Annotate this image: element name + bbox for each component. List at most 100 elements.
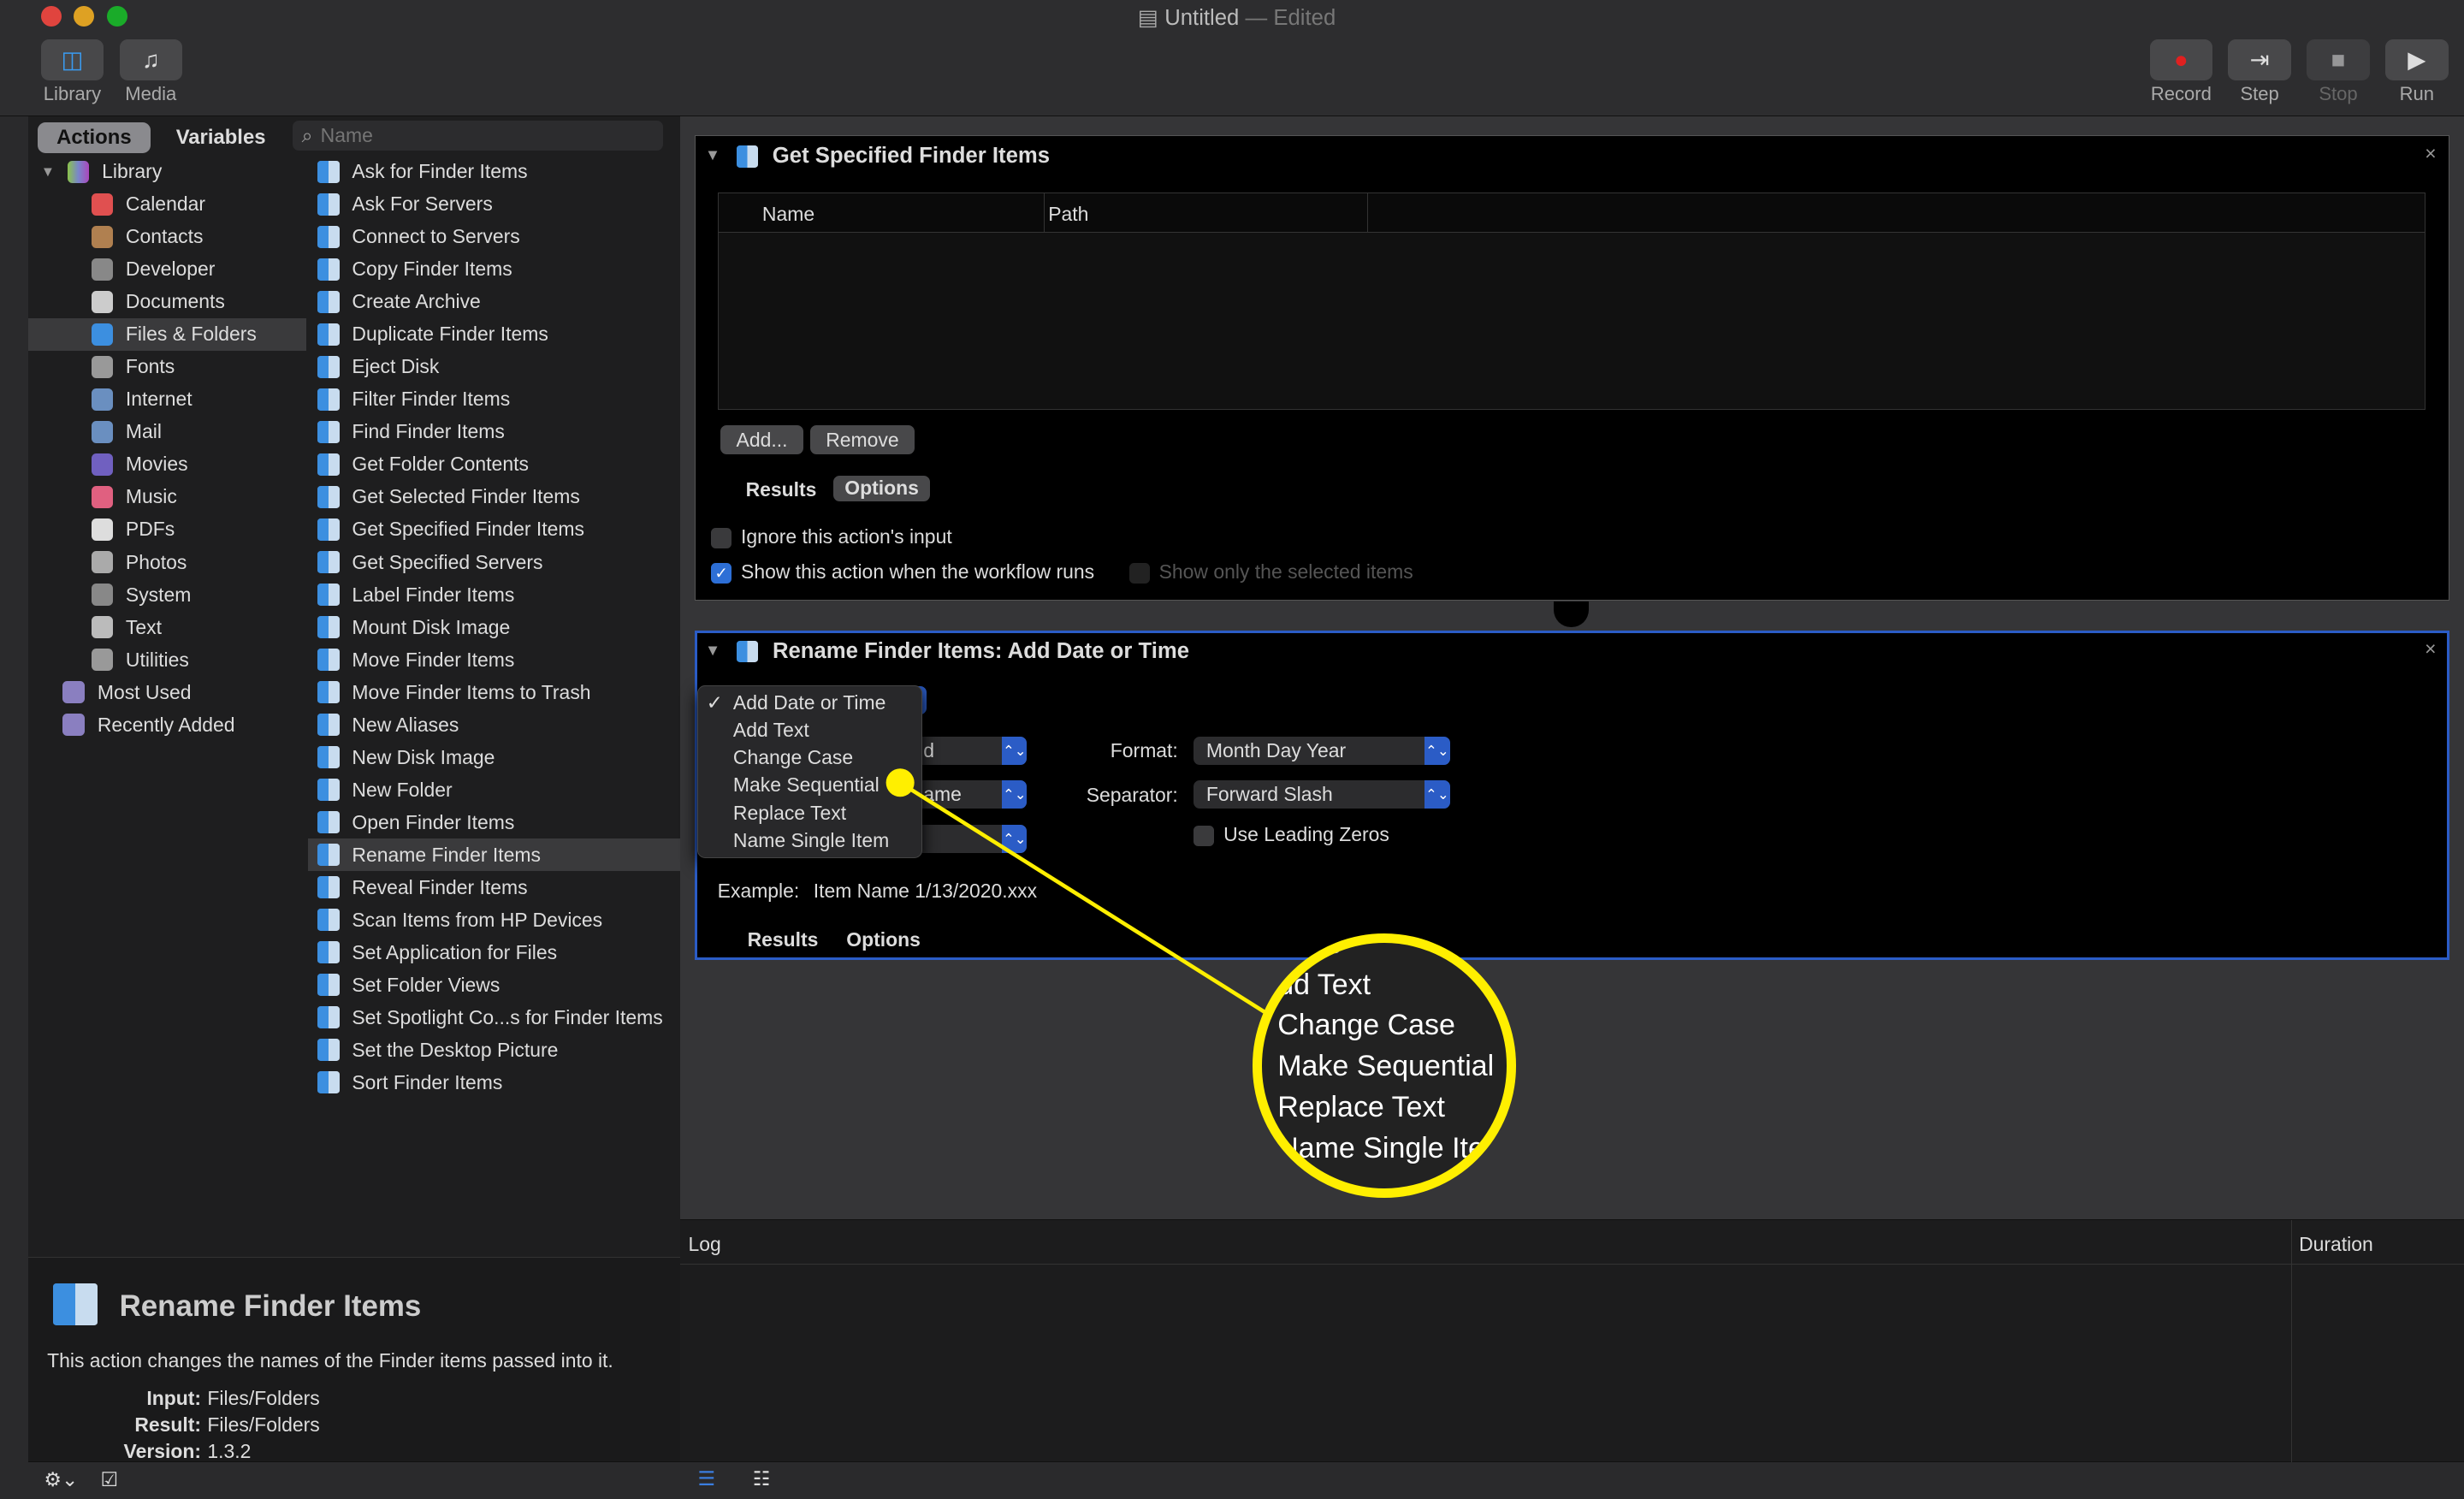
- annotation-dot: [886, 768, 915, 797]
- library-item[interactable]: Photos: [28, 546, 306, 578]
- action-item[interactable]: Move Finder Items: [308, 643, 680, 676]
- library-item[interactable]: PDFs: [28, 513, 306, 546]
- action-item[interactable]: Open Finder Items: [308, 806, 680, 838]
- library-item[interactable]: Developer: [28, 253, 306, 286]
- action-item-label: Duplicate Finder Items: [352, 323, 548, 346]
- library-item[interactable]: Documents: [28, 286, 306, 318]
- category-icon: [91, 421, 114, 443]
- stop-label: Stop: [2319, 83, 2358, 105]
- library-item-label: Movies: [125, 453, 188, 476]
- title-bar: ▤ Untitled — Edited ◫ Library ♫ Media ● …: [0, 0, 2464, 116]
- run-icon: ▶: [2408, 45, 2426, 73]
- tab-variables[interactable]: Variables: [157, 122, 285, 152]
- run-label: Run: [2399, 83, 2435, 105]
- finder-icon: [53, 1283, 98, 1326]
- action-item-label: Copy Finder Items: [352, 258, 512, 281]
- library-item[interactable]: System: [28, 578, 306, 611]
- close-window-button[interactable]: [40, 6, 62, 27]
- action-item[interactable]: Sort Finder Items: [308, 1066, 680, 1099]
- record-button[interactable]: ●: [2149, 39, 2213, 80]
- stop-button[interactable]: ■: [2307, 39, 2370, 80]
- action-item[interactable]: Set Folder Views: [308, 969, 680, 1001]
- media-button[interactable]: ♫: [119, 39, 183, 80]
- library-item[interactable]: Calendar: [28, 188, 306, 221]
- result-value: Files/Folders: [207, 1413, 320, 1437]
- action-item[interactable]: Set Spotlight Co...s for Finder Items: [308, 1001, 680, 1034]
- action-item[interactable]: Set the Desktop Picture: [308, 1034, 680, 1066]
- result-label: Result:: [134, 1413, 202, 1437]
- category-icon: [91, 356, 114, 378]
- library-item[interactable]: Internet: [28, 383, 306, 416]
- library-item[interactable]: Mail: [28, 416, 306, 448]
- library-item[interactable]: Movies: [28, 448, 306, 481]
- action-item-label: Filter Finder Items: [352, 388, 511, 411]
- action-item[interactable]: Create Archive: [308, 286, 680, 318]
- finder-icon: [317, 779, 340, 801]
- category-icon: [91, 388, 114, 411]
- run-button[interactable]: ▶: [2385, 39, 2449, 80]
- action-item[interactable]: Mount Disk Image: [308, 611, 680, 643]
- column-header-log[interactable]: Log: [688, 1233, 720, 1256]
- library-item[interactable]: Utilities: [28, 643, 306, 676]
- category-icon: [91, 518, 114, 541]
- action-item-label: Connect to Servers: [352, 225, 520, 248]
- tab-actions[interactable]: Actions: [38, 122, 151, 153]
- zoom-window-button[interactable]: [106, 6, 127, 27]
- minimize-window-button[interactable]: [74, 6, 95, 27]
- library-button[interactable]: ◫: [40, 39, 104, 80]
- library-sidebar: Actions Variables ⌕ ▼ Library Calendar Con…: [28, 116, 681, 1462]
- library-item[interactable]: Files & Folders: [28, 317, 307, 351]
- action-item[interactable]: Get Selected Finder Items: [308, 481, 680, 513]
- category-icon: [91, 193, 114, 216]
- action-item[interactable]: Connect to Servers: [308, 221, 680, 253]
- workflow-area: ▼ Get Specified Finder Items × Name Path…: [680, 116, 2464, 1220]
- list-view-icon[interactable]: ☰: [697, 1467, 715, 1490]
- gear-menu-icon[interactable]: ⚙⌄: [44, 1468, 78, 1491]
- action-item[interactable]: Scan Items from HP Devices: [308, 904, 680, 936]
- finder-icon: [317, 356, 340, 378]
- action-item[interactable]: Eject Disk: [308, 351, 680, 383]
- action-item[interactable]: Copy Finder Items: [308, 253, 680, 286]
- smart-group-item[interactable]: Most Used: [28, 676, 306, 708]
- library-root[interactable]: ▼ Library: [28, 156, 306, 188]
- category-icon: [91, 616, 114, 638]
- action-item[interactable]: New Folder: [308, 773, 680, 806]
- step-button[interactable]: ⇥: [2228, 39, 2291, 80]
- action-item-label: Set Folder Views: [352, 973, 500, 996]
- magnifier-text: Name Single Ite: [1277, 1131, 1484, 1164]
- finder-icon: [317, 160, 340, 183]
- action-item[interactable]: New Aliases: [308, 708, 680, 741]
- action-item[interactable]: Get Specified Finder Items: [308, 513, 680, 546]
- action-item[interactable]: Move Finder Items to Trash: [308, 676, 680, 708]
- action-item[interactable]: Ask For Servers: [308, 188, 680, 221]
- flow-view-icon[interactable]: ☷: [753, 1467, 771, 1490]
- smart-group-item[interactable]: Recently Added: [28, 708, 306, 741]
- search-field[interactable]: ⌕: [292, 121, 664, 151]
- description-toggle-icon[interactable]: ☑: [101, 1468, 119, 1491]
- library-item[interactable]: Fonts: [28, 351, 306, 383]
- column-header-duration[interactable]: Duration: [2299, 1233, 2373, 1256]
- library-item[interactable]: Contacts: [28, 221, 306, 253]
- action-item-label: Move Finder Items: [352, 648, 515, 671]
- smart-group-label: Most Used: [97, 680, 192, 703]
- action-item[interactable]: Rename Finder Items: [307, 838, 681, 872]
- action-item[interactable]: Get Folder Contents: [308, 448, 680, 481]
- action-item[interactable]: Ask for Finder Items: [308, 156, 680, 188]
- library-item[interactable]: Text: [28, 611, 306, 643]
- finder-icon: [317, 844, 340, 866]
- action-item[interactable]: Set Application for Files: [308, 936, 680, 969]
- finder-icon: [317, 941, 340, 964]
- action-item[interactable]: Find Finder Items: [308, 416, 680, 448]
- library-item[interactable]: Music: [28, 481, 306, 513]
- action-item[interactable]: Filter Finder Items: [308, 383, 680, 416]
- action-item[interactable]: New Disk Image: [308, 741, 680, 773]
- action-item-label: New Aliases: [352, 713, 459, 736]
- action-item[interactable]: Duplicate Finder Items: [308, 318, 680, 351]
- category-icon: [91, 323, 114, 346]
- action-item[interactable]: Label Finder Items: [308, 578, 680, 611]
- finder-icon: [317, 584, 340, 606]
- action-item[interactable]: Get Specified Servers: [308, 546, 680, 578]
- action-item[interactable]: Reveal Finder Items: [308, 871, 680, 904]
- search-input[interactable]: [320, 124, 635, 148]
- category-icon: [91, 291, 114, 313]
